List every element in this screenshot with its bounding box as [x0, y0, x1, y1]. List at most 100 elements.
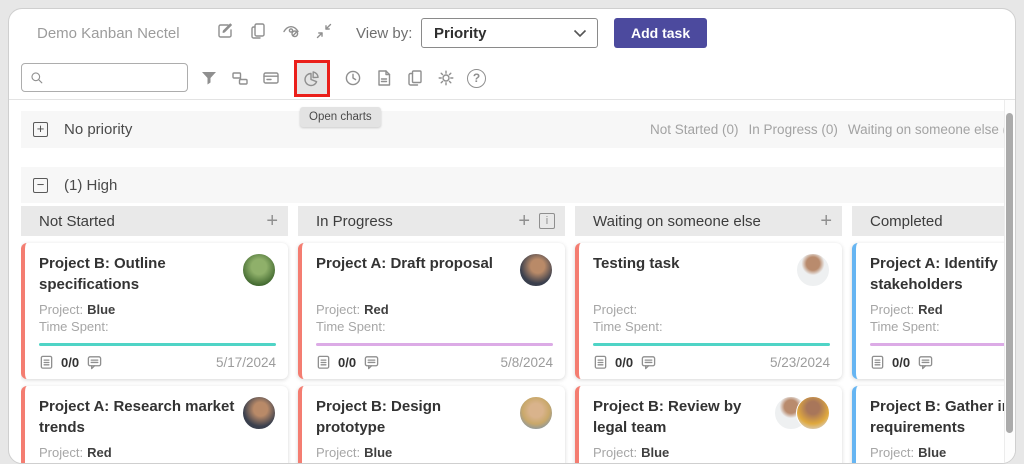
view-by-value: Priority	[434, 24, 487, 42]
section-no-priority: + No priority Not Started (0) In Progres…	[21, 111, 1004, 148]
card-title: Project B: Review by legal team	[593, 398, 742, 436]
column-info-icon[interactable]: i	[539, 213, 555, 229]
count-in-progress: In Progress (0)	[748, 122, 838, 137]
card-view-icon[interactable]	[261, 68, 281, 88]
project-label: Project:	[39, 445, 84, 460]
column-title: Not Started	[39, 212, 115, 230]
search-icon	[31, 71, 43, 83]
vertical-scrollbar	[1004, 100, 1015, 463]
avatar	[519, 253, 553, 287]
open-charts-highlight	[294, 59, 330, 97]
card-title: Project B: Design prototype	[316, 398, 442, 436]
header-icon-group	[215, 21, 334, 41]
card-title: Project A: Research market trends	[39, 398, 235, 436]
column-header: In Progress + i	[298, 206, 565, 236]
settings-icon[interactable]	[436, 68, 456, 88]
card-title: Project A: Draft proposal	[316, 255, 493, 272]
column-completed: Completed + Project A: Identify stakehol…	[852, 206, 1004, 463]
project-value: Blue	[641, 445, 670, 460]
search-input[interactable]	[45, 70, 180, 85]
task-card[interactable]: Project B: Gather initial requirements P…	[852, 386, 1004, 463]
kanban-app-window: Demo Kanban Nectel View by: Priority Add…	[8, 8, 1016, 464]
chevron-down-icon	[573, 29, 587, 37]
comment-icon	[918, 356, 933, 370]
checklist-icon	[594, 355, 607, 369]
column-waiting: Waiting on someone else + Testing task P…	[575, 206, 842, 463]
column-title: Waiting on someone else	[593, 212, 761, 230]
column-header: Waiting on someone else +	[575, 206, 842, 236]
hide-eye-icon[interactable]	[281, 21, 301, 41]
avatar	[796, 253, 830, 287]
task-card[interactable]: Project A: Identify stakeholders Project…	[852, 243, 1004, 379]
column-header: Not Started +	[21, 206, 288, 236]
due-date: 5/17/2024	[215, 354, 276, 370]
column-title: In Progress	[316, 212, 393, 230]
avatar	[242, 396, 276, 430]
add-card-icon[interactable]: +	[820, 211, 832, 231]
view-by-label: View by:	[356, 25, 413, 42]
section-high-priority: − (1) High	[21, 167, 1004, 203]
project-label: Project:	[39, 302, 84, 317]
project-label: Project:	[316, 302, 361, 317]
task-card[interactable]: Project A: Draft proposal Project: Red Ti…	[298, 243, 565, 379]
checklist-icon	[317, 355, 330, 369]
task-card[interactable]: Project A: Research market trends Projec…	[21, 386, 288, 463]
checklist-icon	[871, 355, 884, 369]
card-title: Project B: Gather initial requirements	[870, 398, 1004, 436]
column-in-progress: In Progress + i Project A: Draft proposa…	[298, 206, 565, 463]
progress-bar	[870, 343, 1004, 346]
project-label: Project:	[593, 302, 638, 317]
column-not-started: Not Started + Project B: Outline specifi…	[21, 206, 288, 463]
search-box[interactable]	[21, 63, 188, 92]
section-label: (1) High	[64, 176, 118, 194]
column-title: Completed	[870, 212, 943, 230]
time-spent-label: Time Spent:	[39, 319, 109, 334]
time-spent-label: Time Spent:	[870, 319, 940, 334]
copy-pages-icon[interactable]	[405, 68, 425, 88]
task-card[interactable]: Project B: Design prototype Project: Blue	[298, 386, 565, 463]
help-icon[interactable]: ?	[467, 68, 486, 88]
scrollbar-thumb[interactable]	[1006, 113, 1013, 433]
edit-icon[interactable]	[215, 21, 235, 41]
progress-bar	[39, 343, 276, 346]
project-value: Blue	[364, 445, 393, 460]
task-card[interactable]: Project B: Outline specifications Projec…	[21, 243, 288, 379]
kanban-board: Not Started + Project B: Outline specifi…	[21, 206, 1004, 463]
pdf-export-icon[interactable]	[374, 68, 394, 88]
filter-icon[interactable]	[199, 68, 219, 88]
due-date: 5/23/2024	[769, 354, 830, 370]
project-value: Blue	[918, 445, 947, 460]
project-value: Red	[918, 302, 943, 317]
toolbar-icon-group: ?	[199, 59, 486, 97]
add-card-icon[interactable]: +	[266, 211, 278, 231]
project-label: Project:	[593, 445, 638, 460]
expand-icon[interactable]: +	[33, 122, 48, 137]
add-task-button[interactable]: Add task	[614, 18, 708, 48]
task-card[interactable]: Project B: Review by legal team Project:…	[575, 386, 842, 463]
progress-bar	[593, 343, 830, 346]
card-title: Testing task	[593, 255, 680, 272]
view-by-dropdown[interactable]: Priority	[421, 18, 598, 48]
due-date: 5/8/2024	[500, 354, 553, 370]
avatar	[796, 396, 830, 430]
duplicate-icon[interactable]	[248, 21, 268, 41]
project-value: Blue	[87, 302, 116, 317]
checklist-count: 0/0	[338, 354, 357, 370]
add-card-icon[interactable]: +	[518, 211, 530, 231]
time-spent-label: Time Spent:	[593, 319, 663, 334]
avatar	[242, 253, 276, 287]
avatar	[519, 396, 553, 430]
open-charts-icon[interactable]	[302, 68, 322, 88]
collapse-icon[interactable]	[314, 21, 334, 41]
collapse-section-icon[interactable]: −	[33, 177, 48, 193]
swimlane-icon[interactable]	[230, 68, 250, 88]
column-header: Completed +	[852, 206, 1004, 236]
card-title: Project B: Outline specifications	[39, 255, 166, 293]
task-card[interactable]: Testing task Project: Time Spent: 0/0 5/…	[575, 243, 842, 379]
checklist-count: 0/0	[892, 354, 911, 370]
open-charts-tooltip: Open charts	[300, 107, 381, 127]
time-icon[interactable]	[343, 68, 363, 88]
count-not-started: Not Started (0)	[650, 122, 739, 137]
checklist-count: 0/0	[61, 354, 80, 370]
card-title: Project A: Identify stakeholders	[870, 255, 998, 293]
